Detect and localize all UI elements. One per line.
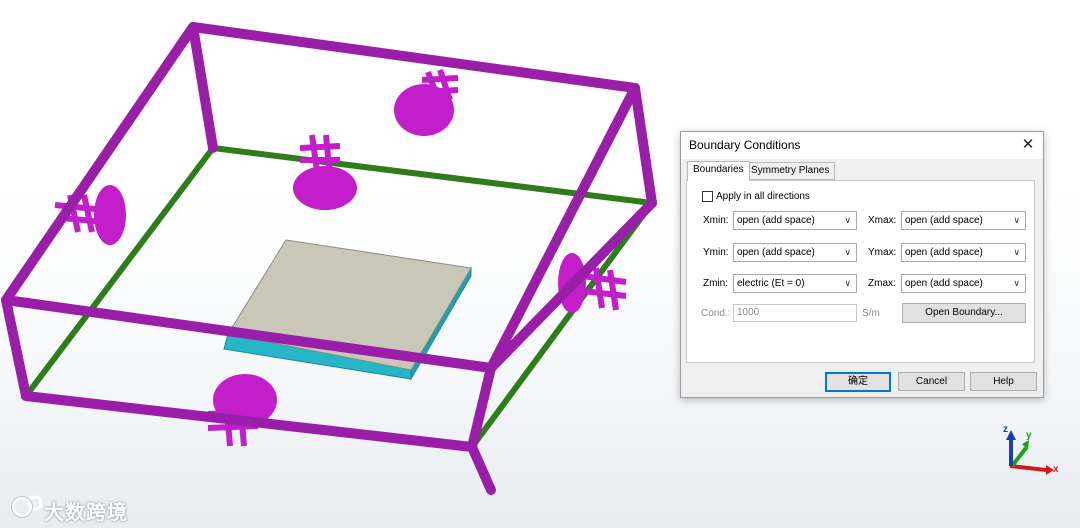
axis-x-label: x xyxy=(1053,464,1059,475)
zmin-select[interactable]: electric (Et = 0) ∨ xyxy=(733,274,857,293)
dialog-title: Boundary Conditions xyxy=(689,138,801,152)
watermark-logo xyxy=(11,495,43,518)
ymax-label: Ymax: xyxy=(868,247,897,258)
open-boundary-button[interactable]: Open Boundary... xyxy=(902,303,1026,323)
chevron-down-icon: ∨ xyxy=(844,247,851,257)
cond-unit: S/m xyxy=(862,308,880,319)
xmax-value: open (add space) xyxy=(905,215,983,226)
zmin-label: Zmin: xyxy=(703,278,728,289)
chevron-down-icon: ∨ xyxy=(1013,215,1020,225)
xmin-value: open (add space) xyxy=(737,215,815,226)
dialog-titlebar[interactable]: Boundary Conditions ✕ xyxy=(681,132,1043,159)
tab-symmetry-planes[interactable]: Symmetry Planes xyxy=(745,162,836,180)
xmax-label: Xmax: xyxy=(868,215,897,226)
axis-y-label: y xyxy=(1026,430,1032,441)
tab-boundaries[interactable]: Boundaries xyxy=(687,161,750,181)
cancel-button[interactable]: Cancel xyxy=(898,372,965,391)
zmax-select[interactable]: open (add space) ∨ xyxy=(901,274,1026,293)
chevron-down-icon: ∨ xyxy=(1013,278,1020,288)
watermark-text: 大数跨境 xyxy=(44,502,128,524)
port-top-center[interactable] xyxy=(293,134,357,210)
xmin-select[interactable]: open (add space) ∨ xyxy=(733,211,857,230)
xmin-label: Xmin: xyxy=(703,215,729,226)
ymin-label: Ymin: xyxy=(703,247,729,258)
apply-all-checkbox[interactable] xyxy=(702,191,713,202)
ymax-value: open (add space) xyxy=(905,247,983,258)
chevron-down-icon: ∨ xyxy=(1013,247,1020,257)
cond-input: 1000 xyxy=(733,304,857,322)
axis-z-label: z xyxy=(1003,424,1008,435)
ymax-select[interactable]: open (add space) ∨ xyxy=(901,243,1026,262)
chevron-down-icon: ∨ xyxy=(844,215,851,225)
help-button[interactable]: Help xyxy=(970,372,1037,391)
zmax-label: Zmax: xyxy=(868,278,896,289)
zmin-value: electric (Et = 0) xyxy=(737,278,805,289)
ok-button[interactable]: 确定 xyxy=(825,372,891,392)
close-icon[interactable]: ✕ xyxy=(1013,132,1043,159)
zmax-value: open (add space) xyxy=(905,278,983,289)
port-front[interactable] xyxy=(207,374,277,447)
ymin-select[interactable]: open (add space) ∨ xyxy=(733,243,857,262)
ymin-value: open (add space) xyxy=(737,247,815,258)
chevron-down-icon: ∨ xyxy=(844,278,851,288)
cond-label: Cond.: xyxy=(701,308,731,319)
apply-all-label[interactable]: Apply in all directions xyxy=(716,191,810,202)
xmax-select[interactable]: open (add space) ∨ xyxy=(901,211,1026,230)
boundaries-panel xyxy=(686,180,1035,363)
port-back[interactable] xyxy=(394,69,459,136)
